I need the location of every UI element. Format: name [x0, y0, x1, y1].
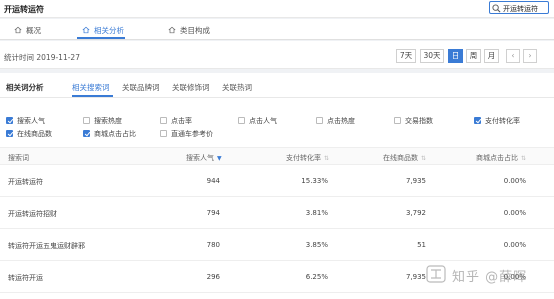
range-week-button[interactable]: 周 [466, 49, 481, 63]
metric-label: 点击人气 [249, 117, 277, 125]
tab-label: 类目构成 [180, 26, 210, 35]
metric-payment-conversion[interactable]: 支付转化率 [474, 116, 520, 126]
home-icon [168, 26, 176, 34]
range-day-button[interactable]: 日 [448, 49, 463, 63]
prev-date-button[interactable]: ‹ [506, 49, 520, 63]
search-input[interactable]: 开运转运符 [503, 4, 538, 14]
range-month-button[interactable]: 月 [484, 49, 499, 63]
cell-search-popularity: 794 [206, 209, 220, 217]
metric-label: 支付转化率 [485, 117, 520, 125]
top-bar: 开运转运符 开运转运符 [0, 0, 554, 18]
column-header-payment-conversion[interactable]: 支付转化率 ⇅ [286, 153, 329, 163]
sort-icon[interactable]: ⇅ [521, 155, 526, 162]
sort-down-icon[interactable]: ▼ [217, 155, 222, 162]
subtab-related-modifier-words[interactable]: 关联修饰词 [172, 82, 210, 93]
search-box[interactable]: 开运转运符 [489, 1, 549, 14]
cell-payment-conversion: 15.33% [301, 177, 328, 185]
panel-title: 相关词分析 [6, 83, 44, 92]
metric-mall-click-share[interactable]: 商城点击占比 [83, 129, 136, 139]
divider [0, 97, 554, 98]
range-7-days-button[interactable]: 7天 [396, 49, 416, 63]
metric-ztc-reference-price[interactable]: 直通车参考价 [160, 129, 213, 139]
checkbox[interactable] [160, 117, 167, 124]
cell-online-products: 3,792 [405, 209, 426, 217]
column-label: 搜索人气 [186, 154, 214, 162]
stat-time: 统计时间 2019-11-27 [4, 53, 80, 62]
checkbox[interactable] [238, 117, 245, 124]
tab-related-analysis[interactable]: 相关分析 [82, 25, 124, 36]
column-label: 支付转化率 [286, 154, 321, 162]
active-tab-indicator [77, 37, 125, 39]
metric-label: 商城点击占比 [94, 130, 136, 138]
cell-online-products: 51 [417, 241, 426, 249]
cell-online-products: 7,935 [405, 273, 426, 281]
subtab-related-brand-words[interactable]: 关联品牌词 [122, 82, 160, 93]
cell-mall-click-share: 0.00% [503, 177, 526, 185]
sort-icon[interactable]: ⇅ [324, 155, 329, 162]
metric-click-rate[interactable]: 点击率 [160, 116, 192, 126]
cell-online-products: 7,935 [405, 177, 426, 185]
cell-keyword[interactable]: 开运转运符招财 [8, 209, 57, 219]
tab-label: 概况 [26, 26, 41, 35]
search-icon [492, 4, 501, 13]
metric-label: 交易指数 [405, 117, 433, 125]
app-title: 开运转运符 [4, 5, 44, 14]
metric-search-popularity[interactable]: 搜索人气 [6, 116, 45, 126]
cell-mall-click-share: 0.00% [503, 241, 526, 249]
main-tabs: 概况 相关分析 类目构成 [0, 19, 554, 40]
table-header: 搜索词 搜索人气 ▼ 支付转化率 ⇅ 在线商品数 ⇅ 商城点击占比 ⇅ [0, 147, 554, 165]
cell-search-popularity: 296 [206, 273, 220, 281]
cell-search-popularity: 780 [206, 241, 220, 249]
column-header-online-products[interactable]: 在线商品数 ⇅ [383, 153, 426, 163]
tab-overview[interactable]: 概况 [14, 25, 41, 36]
checkbox[interactable] [160, 130, 167, 137]
metric-label: 搜索热度 [94, 117, 122, 125]
home-icon [14, 26, 22, 34]
column-label: 在线商品数 [383, 154, 418, 162]
checkbox[interactable] [394, 117, 401, 124]
checkbox[interactable] [316, 117, 323, 124]
metric-click-heat[interactable]: 点击热度 [316, 116, 355, 126]
tab-category-composition[interactable]: 类目构成 [168, 25, 210, 36]
checkbox[interactable] [6, 117, 13, 124]
cell-payment-conversion: 6.25% [305, 273, 328, 281]
checkbox[interactable] [6, 130, 13, 137]
stat-bar: 统计时间 2019-11-27 7天 30天 日 周 月 ‹ › [0, 41, 554, 69]
tab-label: 相关分析 [94, 26, 124, 35]
metric-label: 搜索人气 [17, 117, 45, 125]
column-header-keyword: 搜索词 [8, 154, 29, 162]
metric-label: 点击热度 [327, 117, 355, 125]
checkbox[interactable] [83, 117, 90, 124]
metric-search-heat[interactable]: 搜索热度 [83, 116, 122, 126]
next-date-button[interactable]: › [523, 49, 537, 63]
metric-label: 直通车参考价 [171, 130, 213, 138]
range-30-days-button[interactable]: 30天 [420, 49, 444, 63]
metric-label: 点击率 [171, 117, 192, 125]
cell-payment-conversion: 3.85% [305, 241, 328, 249]
home-icon [82, 26, 90, 34]
checkbox[interactable] [83, 130, 90, 137]
cell-search-popularity: 944 [206, 177, 220, 185]
table-row[interactable]: 开运转运符招财 794 3.81% 3,792 0.00% [0, 198, 554, 229]
sort-icon[interactable]: ⇅ [421, 155, 426, 162]
checkbox[interactable] [474, 117, 481, 124]
cell-payment-conversion: 3.81% [305, 209, 328, 217]
subtab-related-search-words[interactable]: 相关搜索词 [72, 82, 110, 93]
cell-keyword[interactable]: 转运符开运五鬼运财辟邪 [8, 241, 85, 251]
zhihu-logo-icon [426, 265, 446, 283]
metric-online-products[interactable]: 在线商品数 [6, 129, 52, 139]
table-row[interactable]: 转运符开运五鬼运财辟邪 780 3.85% 51 0.00% [0, 230, 554, 261]
watermark: 知乎 @薛晖 [452, 270, 528, 285]
metric-label: 在线商品数 [17, 130, 52, 138]
subtab-related-hot-words[interactable]: 关联热词 [222, 82, 252, 93]
cell-keyword[interactable]: 开运转运符 [8, 177, 43, 187]
table-row[interactable]: 开运转运符 944 15.33% 7,935 0.00% [0, 166, 554, 197]
column-header-mall-click-share[interactable]: 商城点击占比 ⇅ [476, 153, 526, 163]
cell-mall-click-share: 0.00% [503, 209, 526, 217]
cell-keyword[interactable]: 转运符开运 [8, 273, 43, 283]
metric-trade-index[interactable]: 交易指数 [394, 116, 433, 126]
column-label: 商城点击占比 [476, 154, 518, 162]
column-header-search-popularity[interactable]: 搜索人气 ▼ [186, 153, 222, 163]
metric-click-popularity[interactable]: 点击人气 [238, 116, 277, 126]
